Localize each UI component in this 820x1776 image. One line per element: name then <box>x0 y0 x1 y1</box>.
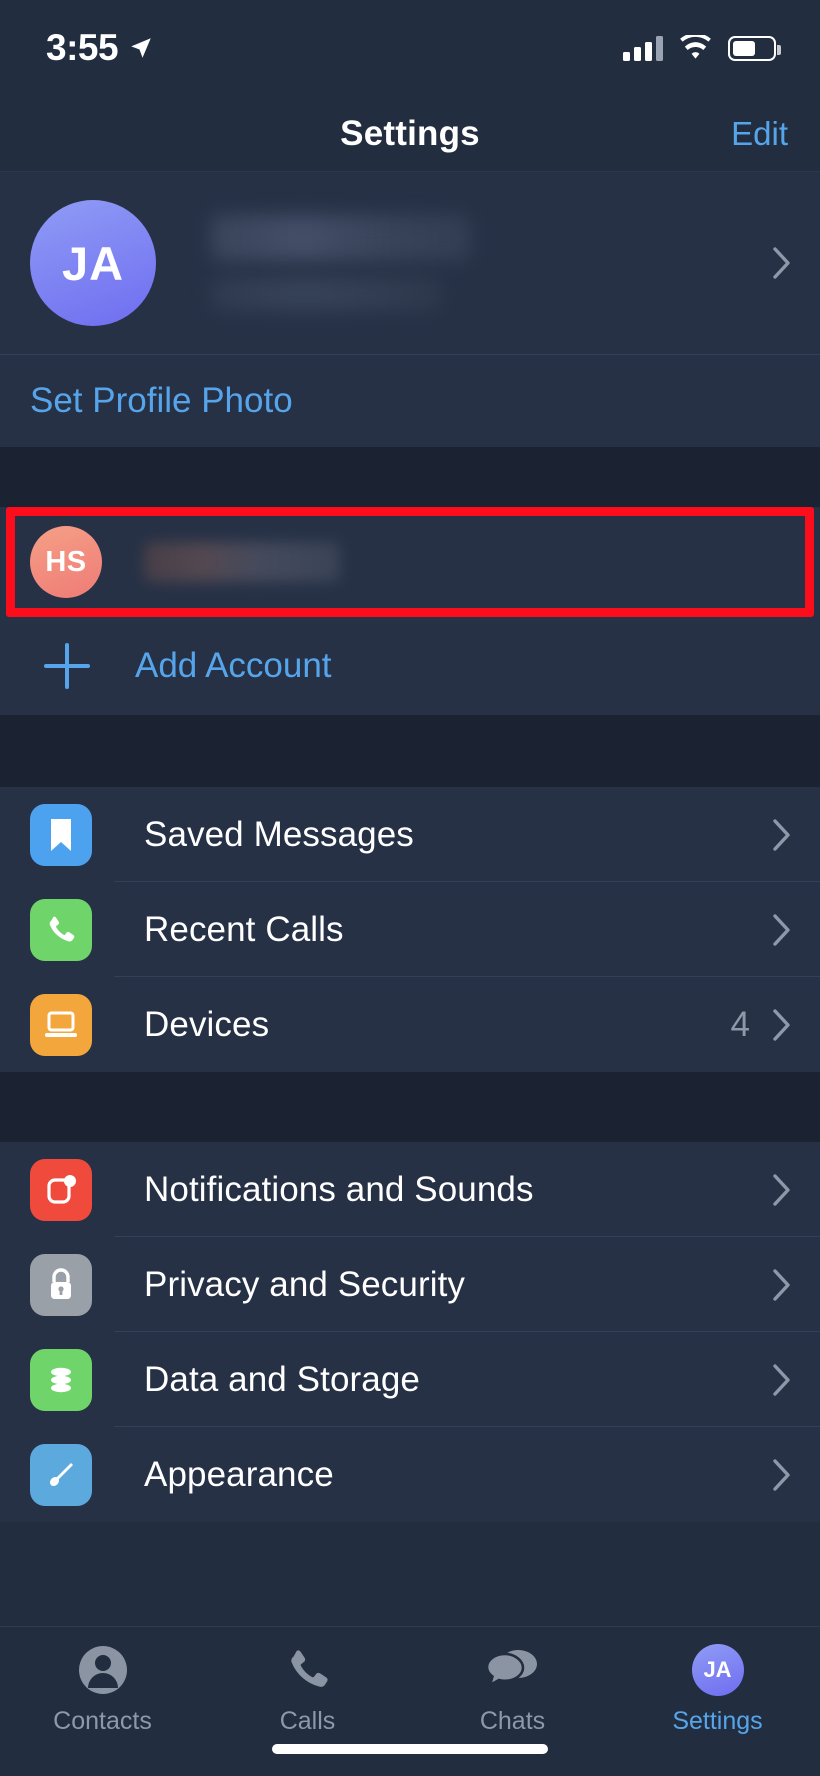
profile-section: JA Set Profile Photo <box>0 172 820 447</box>
account-row[interactable]: HS <box>0 507 820 617</box>
tab-label: Chats <box>479 1707 546 1735</box>
chevron-right-icon <box>772 1458 792 1492</box>
tab-label: Settings <box>672 1707 763 1735</box>
page-title: Settings <box>340 113 480 153</box>
chevron-right-icon <box>772 913 792 947</box>
profile-name-redacted <box>211 215 471 261</box>
settings-item-label: Notifications and Sounds <box>144 1169 534 1209</box>
status-bar-right <box>623 35 781 61</box>
edit-button[interactable]: Edit <box>731 115 788 153</box>
chevron-right-icon <box>772 246 792 280</box>
avatar: JA <box>30 200 156 326</box>
settings-section-1: Saved Messages Recent Calls Devices 4 <box>0 787 820 1072</box>
settings-item-saved-messages[interactable]: Saved Messages <box>0 787 820 882</box>
status-bar-left: 3:55 <box>46 27 154 69</box>
tab-calls[interactable]: Calls <box>205 1641 410 1736</box>
set-profile-photo-row[interactable]: Set Profile Photo <box>0 355 820 447</box>
profile-text <box>211 215 471 311</box>
section-gap <box>0 447 820 507</box>
section-gap <box>0 715 820 787</box>
tab-chats[interactable]: Chats <box>410 1641 615 1736</box>
settings-item-privacy-and-security[interactable]: Privacy and Security <box>0 1237 820 1332</box>
status-bar: 3:55 <box>0 0 820 96</box>
location-arrow-icon <box>131 38 151 58</box>
person-icon <box>77 1641 129 1699</box>
settings-item-data-and-storage[interactable]: Data and Storage <box>0 1332 820 1427</box>
status-bar-clock: 3:55 <box>46 27 119 68</box>
bell-icon <box>30 1158 92 1221</box>
app-screen: 3:55 Settings Edit JA Set Profile Photo … <box>0 0 820 1776</box>
chevron-right-icon <box>772 1173 792 1207</box>
settings-section-2: Notifications and Sounds Privacy and Sec… <box>0 1142 820 1522</box>
settings-item-notifications-and-sounds[interactable]: Notifications and Sounds <box>0 1142 820 1237</box>
highlight-rectangle <box>6 507 814 617</box>
home-indicator <box>272 1744 548 1754</box>
settings-item-label: Saved Messages <box>144 814 414 854</box>
wifi-icon <box>680 35 711 59</box>
settings-item-label: Appearance <box>144 1454 334 1494</box>
set-profile-photo-label: Set Profile Photo <box>30 381 293 420</box>
database-icon <box>30 1348 92 1411</box>
bookmark-icon <box>30 803 92 866</box>
profile-phone-redacted <box>211 277 441 311</box>
add-account-row[interactable]: Add Account <box>0 617 820 715</box>
settings-item-value: 4 <box>730 1004 750 1044</box>
settings-item-appearance[interactable]: Appearance <box>0 1427 820 1522</box>
settings-item-label: Data and Storage <box>144 1359 420 1399</box>
tab-settings[interactable]: JA Settings <box>615 1641 820 1736</box>
phone-icon <box>283 1641 333 1699</box>
chevron-right-icon <box>772 1363 792 1397</box>
laptop-icon <box>30 993 92 1056</box>
chat-bubbles-icon <box>485 1641 541 1699</box>
avatar-icon: JA <box>691 1641 744 1699</box>
profile-row[interactable]: JA <box>0 172 820 354</box>
navigation-bar: Settings Edit <box>0 96 820 172</box>
settings-item-devices[interactable]: Devices 4 <box>0 977 820 1072</box>
tab-contacts[interactable]: Contacts <box>0 1641 205 1736</box>
paintbrush-icon <box>30 1443 92 1506</box>
lock-icon <box>30 1253 92 1316</box>
chevron-right-icon <box>772 1268 792 1302</box>
avatar: JA <box>691 1644 744 1696</box>
phone-icon <box>30 898 92 961</box>
battery-icon <box>728 35 781 61</box>
section-gap <box>0 1072 820 1142</box>
chevron-right-icon <box>772 818 792 852</box>
settings-item-label: Recent Calls <box>144 909 344 949</box>
tab-label: Contacts <box>53 1707 152 1735</box>
avatar: HS <box>30 526 102 598</box>
add-account-label: Add Account <box>135 646 332 685</box>
accounts-section: HS Add Account <box>0 507 820 715</box>
settings-item-recent-calls[interactable]: Recent Calls <box>0 882 820 977</box>
settings-item-label: Devices <box>144 1004 270 1044</box>
chevron-right-icon <box>772 1008 792 1042</box>
settings-item-label: Privacy and Security <box>144 1264 466 1304</box>
tab-label: Calls <box>279 1707 336 1735</box>
cellular-bars-icon <box>623 35 663 61</box>
plus-icon <box>44 643 90 689</box>
account-name-redacted <box>144 542 340 582</box>
